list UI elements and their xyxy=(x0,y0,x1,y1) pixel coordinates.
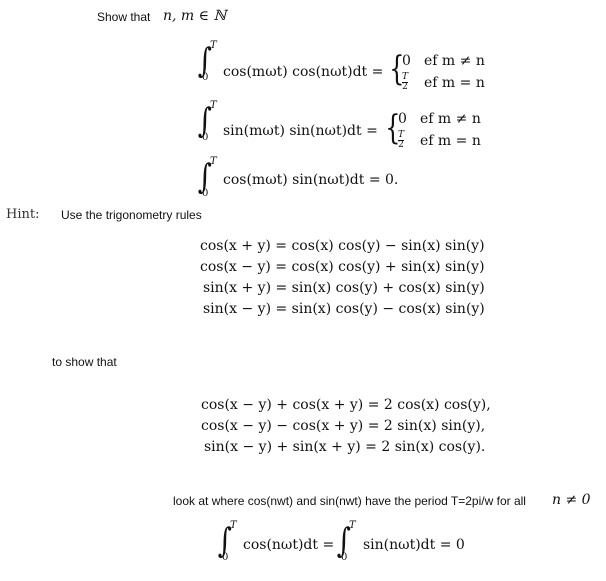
integrand: cos(mωt) sin(nωt)dt = 0. xyxy=(223,172,399,188)
case-condition: ef m ≠ n xyxy=(424,53,485,69)
integrand: sin(mωt) sin(nωt)dt = xyxy=(223,123,378,139)
identity: sin(x − y) + sin(x + y) = 2 sin(x) cos(y… xyxy=(204,439,486,455)
condition-n-m-natural: n, m ∈ ℕ xyxy=(163,8,227,24)
trig-rule: sin(x + y) = sin(x) cos(y) + cos(x) sin(… xyxy=(203,280,485,296)
identity: cos(x − y) + cos(x + y) = 2 cos(x) cos(y… xyxy=(201,397,491,413)
integral-sign: ∫ T 0 xyxy=(217,520,237,563)
identity: cos(x − y) − cos(x + y) = 2 sin(x) sin(y… xyxy=(201,418,486,434)
hint-text: Use the trigonometry rules xyxy=(61,208,202,222)
case-value: T2 xyxy=(398,130,405,150)
integral-sign: ∫ T 0 xyxy=(197,156,217,199)
trig-rule: sin(x − y) = sin(x) cos(y) − cos(x) sin(… xyxy=(203,301,485,317)
right-integrand: sin(nωt)dt = 0 xyxy=(363,537,465,553)
left-integrand: cos(nωt)dt = xyxy=(243,537,335,553)
period-note: look at where cos(nwt) and sin(nwt) have… xyxy=(173,494,526,508)
integrand: cos(mωt) cos(nωt)dt = xyxy=(223,64,384,80)
trig-rule: cos(x − y) = cos(x) cos(y) + sin(x) sin(… xyxy=(200,259,485,275)
case-value: 0 xyxy=(402,53,411,69)
integral-sign: ∫ T 0 xyxy=(197,40,217,83)
period-condition: n ≠ 0 xyxy=(552,492,591,508)
integral-sign: ∫ T 0 xyxy=(197,100,217,143)
integral-sign: ∫ T 0 xyxy=(336,520,356,563)
to-show-label: to show that xyxy=(52,355,117,369)
case-value: 0 xyxy=(398,111,407,127)
case-condition: ef m = n xyxy=(420,133,481,149)
case-value: T2 xyxy=(402,72,409,92)
trig-rule: cos(x + y) = cos(x) cos(y) − sin(x) sin(… xyxy=(200,238,485,254)
show-that-label: Show that xyxy=(97,10,151,24)
case-condition: ef m = n xyxy=(424,75,485,91)
case-condition: ef m ≠ n xyxy=(420,111,481,127)
hint-label: Hint: xyxy=(6,207,40,222)
